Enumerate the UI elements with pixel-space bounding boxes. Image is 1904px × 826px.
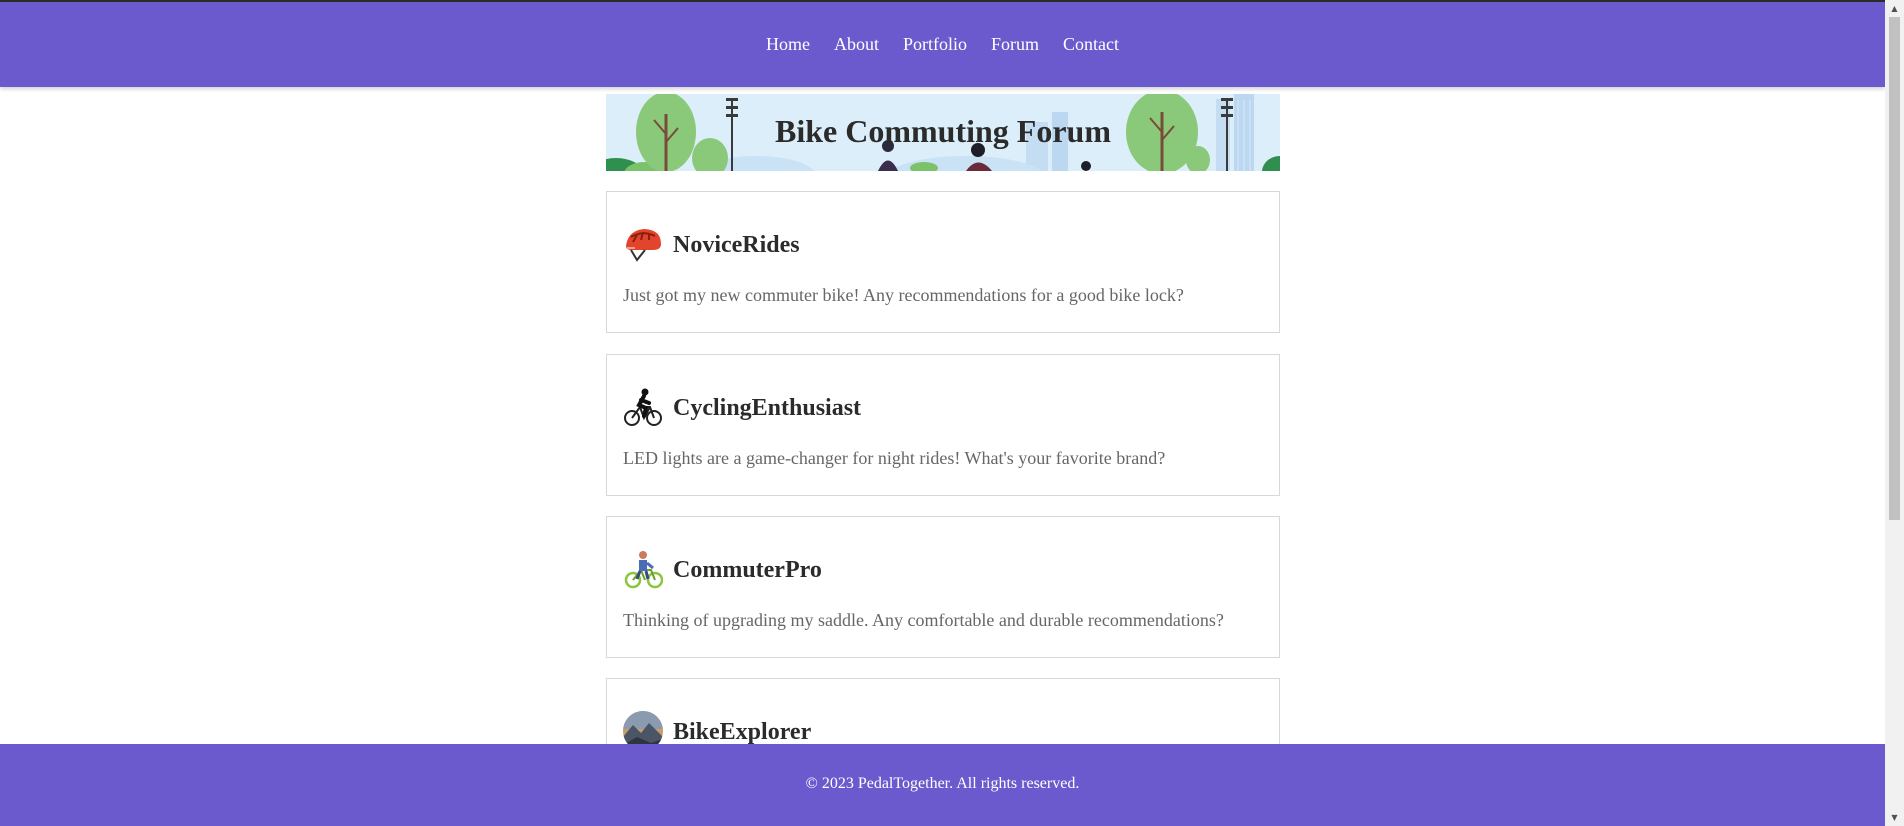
scrollbar-thumb[interactable]	[1889, 17, 1900, 520]
scroll-up-arrow-icon[interactable]: ▲	[1885, 0, 1904, 17]
main-nav: Home About Portfolio Forum Contact	[0, 33, 1885, 55]
bike-helmet-icon	[623, 224, 663, 264]
post-body: Just got my new commuter bike! Any recom…	[623, 285, 1184, 305]
post-body: LED lights are a game-changer for night …	[623, 448, 1166, 468]
cyclist-illustration-icon	[623, 549, 664, 589]
post-username[interactable]: BikeExplorer	[673, 718, 811, 746]
page-title: Bike Commuting Forum	[775, 113, 1111, 149]
copyright-text: © 2023 PedalTogether. All rights reserve…	[805, 775, 1080, 792]
forum-banner: Bike Commuting Forum	[606, 94, 1280, 171]
nav-link-portfolio[interactable]: Portfolio	[903, 33, 967, 55]
forum-post: CommuterPro Thinking of upgrading my sad…	[606, 516, 1280, 658]
post-username[interactable]: CyclingEnthusiast	[673, 394, 861, 422]
forum-content: Bike Commuting Forum NoviceRides Just go…	[606, 94, 1280, 820]
window-top-edge	[0, 0, 1885, 2]
nav-link-home[interactable]: Home	[766, 33, 810, 55]
scroll-down-arrow-icon[interactable]: ▼	[1885, 809, 1904, 826]
post-body: Thinking of upgrading my saddle. Any com…	[623, 610, 1224, 630]
nav-link-contact[interactable]: Contact	[1063, 33, 1119, 55]
nav-link-forum[interactable]: Forum	[991, 33, 1039, 55]
page-scrollbar[interactable]: ▲ ▼	[1885, 0, 1904, 826]
nav-link-about[interactable]: About	[834, 33, 879, 55]
site-footer: © 2023 PedalTogether. All rights reserve…	[0, 744, 1885, 826]
post-username[interactable]: CommuterPro	[673, 556, 822, 584]
cyclist-silhouette-icon	[623, 387, 663, 427]
site-header: Home About Portfolio Forum Contact	[0, 2, 1885, 87]
page-viewport: Home About Portfolio Forum Contact Bike …	[0, 0, 1885, 826]
forum-post: CyclingEnthusiast LED lights are a game-…	[606, 354, 1280, 496]
forum-post: NoviceRides Just got my new commuter bik…	[606, 191, 1280, 333]
post-username[interactable]: NoviceRides	[673, 231, 800, 259]
